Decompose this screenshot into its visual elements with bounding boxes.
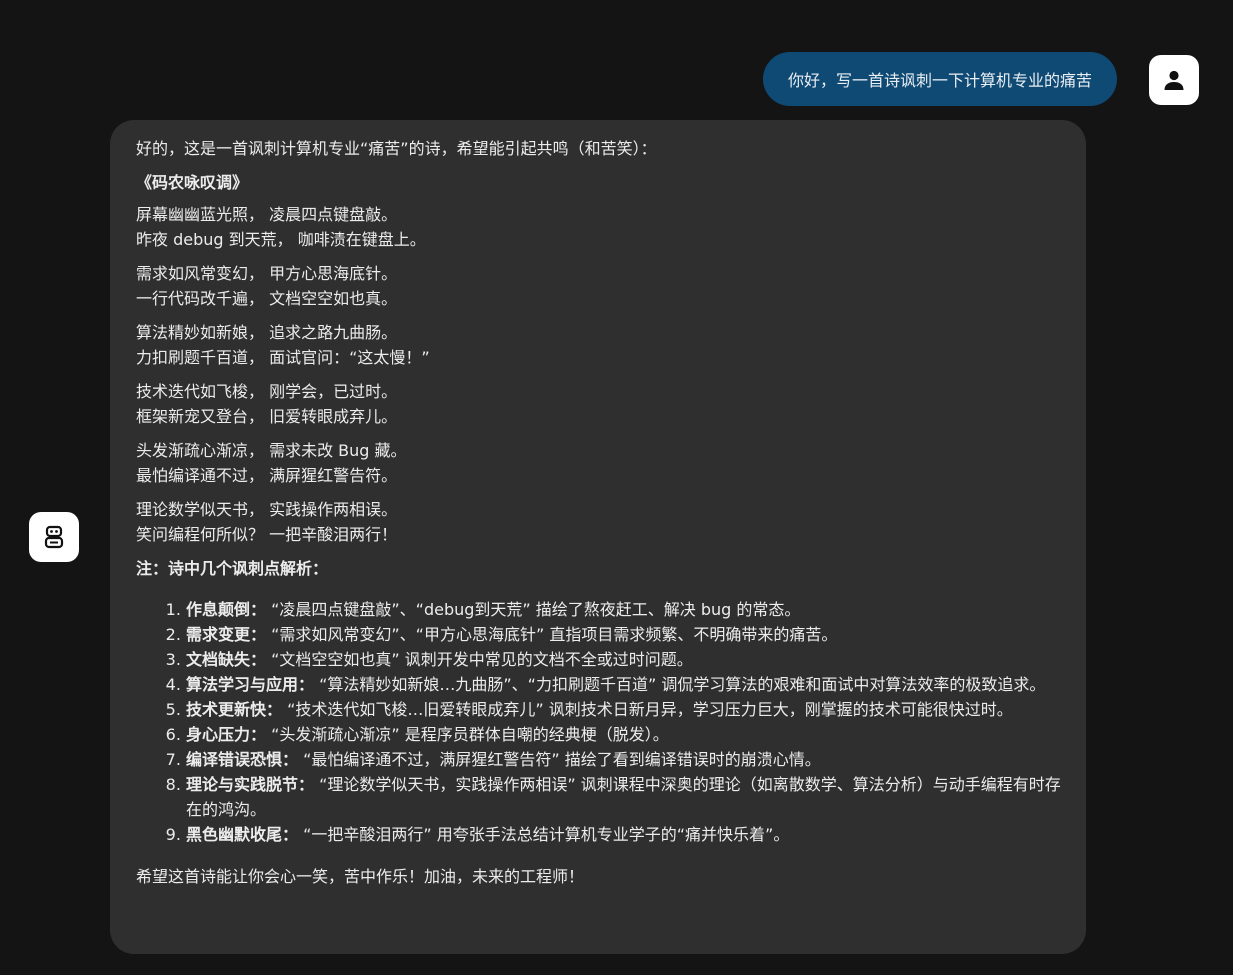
poem-line: 技术迭代如飞梭， 刚学会，已过时。 xyxy=(136,382,398,401)
poem-stanza: 算法精妙如新娘， 追求之路九曲肠。 力扣刷题千百道， 面试官问：“这太慢！” xyxy=(136,320,1060,370)
poem-line: 力扣刷题千百道， 面试官问：“这太慢！” xyxy=(136,348,430,367)
poem-body: 屏幕幽幽蓝光照， 凌晨四点键盘敲。 昨夜 debug 到天荒， 咖啡渍在键盘上。… xyxy=(136,202,1060,547)
poem-line: 理论数学似天书， 实践操作两相误。 xyxy=(136,500,398,519)
poem-line: 屏幕幽幽蓝光照， 凌晨四点键盘敲。 xyxy=(136,205,398,224)
note-text: “需求如风常变幻”、“甲方心思海底针” 直指项目需求频繁、不明确带来的痛苦。 xyxy=(266,625,838,644)
note-label: 理论与实践脱节： xyxy=(186,775,315,794)
note-label: 黑色幽默收尾： xyxy=(186,825,299,844)
assistant-closing: 希望这首诗能让你会心一笑，苦中作乐！加油，未来的工程师！ xyxy=(136,867,585,886)
list-item: 技术更新快： “技术迭代如飞梭…旧爱转眼成弃儿” 讽刺技术日新月异，学习压力巨大… xyxy=(186,697,1076,722)
list-item: 黑色幽默收尾： “一把辛酸泪两行” 用夸张手法总结计算机专业学子的“痛并快乐着”… xyxy=(186,822,1076,847)
poem-line: 一行代码改千遍， 文档空空如也真。 xyxy=(136,289,398,308)
user-message-bubble: 你好，写一首诗讽刺一下计算机专业的痛苦 xyxy=(762,52,1117,106)
list-item: 身心压力： “头发渐疏心渐凉” 是程序员群体自嘲的经典梗（脱发）。 xyxy=(186,722,1076,747)
poem-stanza: 头发渐疏心渐凉， 需求未改 Bug 藏。 最怕编译通不过， 满屏猩红警告符。 xyxy=(136,438,1060,488)
poem-line: 昨夜 debug 到天荒， 咖啡渍在键盘上。 xyxy=(136,230,426,249)
poem-line: 框架新宠又登台， 旧爱转眼成弃儿。 xyxy=(136,407,398,426)
list-item: 需求变更： “需求如风常变幻”、“甲方心思海底针” 直指项目需求频繁、不明确带来… xyxy=(186,622,1076,647)
note-label: 文档缺失： xyxy=(186,650,267,669)
assistant-avatar xyxy=(29,512,79,562)
poem-stanza: 技术迭代如飞梭， 刚学会，已过时。 框架新宠又登台， 旧爱转眼成弃儿。 xyxy=(136,379,1060,429)
robot-icon xyxy=(44,525,64,549)
poem-line: 需求如风常变幻， 甲方心思海底针。 xyxy=(136,264,398,283)
list-item: 作息颠倒： “凌晨四点键盘敲”、“debug到天荒” 描绘了熬夜赶工、解决 bu… xyxy=(186,597,1076,622)
poem-stanza: 需求如风常变幻， 甲方心思海底针。 一行代码改千遍， 文档空空如也真。 xyxy=(136,261,1060,311)
poem-stanza: 屏幕幽幽蓝光照， 凌晨四点键盘敲。 昨夜 debug 到天荒， 咖啡渍在键盘上。 xyxy=(136,202,1060,252)
poem-line: 头发渐疏心渐凉， 需求未改 Bug 藏。 xyxy=(136,441,407,460)
notes-list: 作息颠倒： “凌晨四点键盘敲”、“debug到天荒” 描绘了熬夜赶工、解决 bu… xyxy=(136,597,1076,847)
list-item: 编译错误恐惧： “最怕编译通不过，满屏猩红警告符” 描绘了看到编译错误时的崩溃心… xyxy=(186,747,1076,772)
note-label: 算法学习与应用： xyxy=(186,675,315,694)
note-text: “理论数学似天书，实践操作两相误” 讽刺课程中深奥的理论（如离散数学、算法分析）… xyxy=(186,775,1061,819)
chat-page: 你好，写一首诗讽刺一下计算机专业的痛苦 好的，这是一首讽刺计算机专业“痛苦”的诗… xyxy=(0,0,1233,975)
note-text: “凌晨四点键盘敲”、“debug到天荒” 描绘了熬夜赶工、解决 bug 的常态。 xyxy=(266,600,801,619)
poem-line: 算法精妙如新娘， 追求之路九曲肠。 xyxy=(136,323,398,342)
note-text: “技术迭代如飞梭…旧爱转眼成弃儿” 讽刺技术日新月异，学习压力巨大，刚掌握的技术… xyxy=(282,700,1013,719)
assistant-message-bubble: 好的，这是一首讽刺计算机专业“痛苦”的诗，希望能引起共鸣（和苦笑）： 《码农咏叹… xyxy=(110,120,1086,954)
note-label: 身心压力： xyxy=(186,725,267,744)
user-avatar xyxy=(1149,55,1199,105)
user-icon xyxy=(1164,70,1184,90)
note-text: “文档空空如也真” 讽刺开发中常见的文档不全或过时问题。 xyxy=(266,650,693,669)
assistant-intro: 好的，这是一首讽刺计算机专业“痛苦”的诗，希望能引起共鸣（和苦笑）： xyxy=(136,139,657,158)
poem-title: 《码农咏叹调》 xyxy=(136,173,249,192)
note-text: “最怕编译通不过，满屏猩红警告符” 描绘了看到编译错误时的崩溃心情。 xyxy=(298,750,821,769)
note-label: 作息颠倒： xyxy=(186,600,267,619)
notes-heading: 注：诗中几个讽刺点解析： xyxy=(136,559,329,578)
note-label: 需求变更： xyxy=(186,625,267,644)
note-text: “算法精妙如新娘…九曲肠”、“力扣刷题千百道” 调侃学习算法的艰难和面试中对算法… xyxy=(314,675,1046,694)
note-label: 技术更新快： xyxy=(186,700,283,719)
user-message-text: 你好，写一首诗讽刺一下计算机专业的痛苦 xyxy=(787,71,1092,90)
poem-line: 最怕编译通不过， 满屏猩红警告符。 xyxy=(136,466,398,485)
list-item: 算法学习与应用： “算法精妙如新娘…九曲肠”、“力扣刷题千百道” 调侃学习算法的… xyxy=(186,672,1076,697)
note-text: “一把辛酸泪两行” 用夸张手法总结计算机专业学子的“痛并快乐着”。 xyxy=(298,825,790,844)
note-text: “头发渐疏心渐凉” 是程序员群体自嘲的经典梗（脱发）。 xyxy=(266,725,669,744)
list-item: 文档缺失： “文档空空如也真” 讽刺开发中常见的文档不全或过时问题。 xyxy=(186,647,1076,672)
poem-line: 笑问编程何所似？ 一把辛酸泪两行！ xyxy=(136,525,398,544)
poem-stanza: 理论数学似天书， 实践操作两相误。 笑问编程何所似？ 一把辛酸泪两行！ xyxy=(136,497,1060,547)
list-item: 理论与实践脱节： “理论数学似天书，实践操作两相误” 讽刺课程中深奥的理论（如离… xyxy=(186,772,1076,822)
note-label: 编译错误恐惧： xyxy=(186,750,299,769)
